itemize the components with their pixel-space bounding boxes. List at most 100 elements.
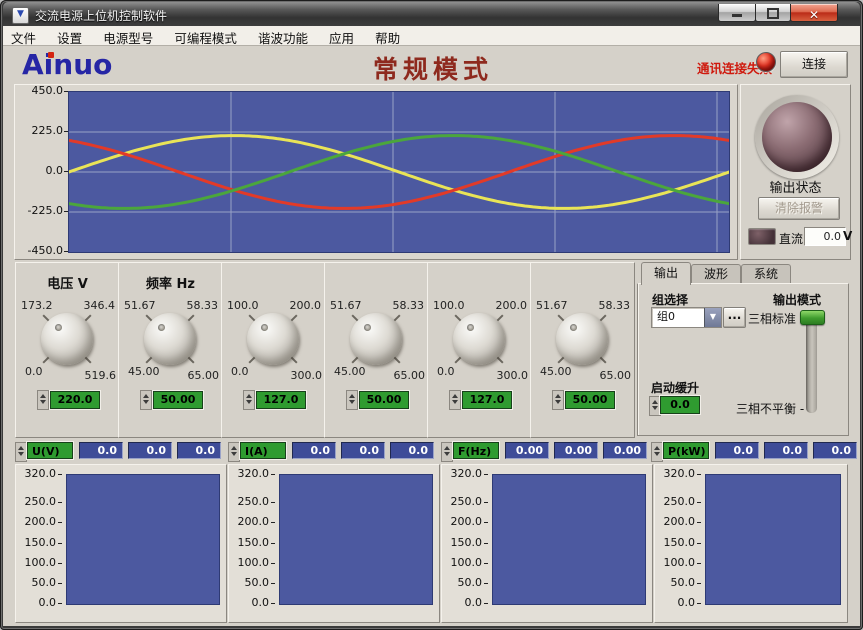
menu-programmable-mode[interactable]: 可编程模式	[166, 26, 245, 47]
value-spinner[interactable]	[243, 390, 255, 410]
y-tick-label: 250.0	[18, 495, 62, 508]
control-knob[interactable]	[41, 313, 93, 365]
scale-label: 45.00	[334, 365, 366, 378]
knob-panel-3: 100.0200.00.0300.0127.0	[221, 262, 326, 438]
tab-waveform[interactable]: 波形	[691, 264, 741, 285]
scale-label: 58.33	[187, 299, 219, 312]
tab-output[interactable]: 输出	[641, 262, 691, 285]
knob-pointer	[261, 324, 268, 331]
current-measurement-group: I(A)0.00.00.0	[228, 441, 438, 462]
y-tick-label: 225.0	[17, 124, 63, 137]
menu-application[interactable]: 应用	[321, 26, 362, 47]
measurement-value: 0.0	[813, 442, 857, 459]
title-bar[interactable]: ▼ 交流电源上位机控制软件 ✕	[3, 2, 860, 26]
control-knob[interactable]	[350, 313, 402, 365]
control-knob[interactable]	[556, 313, 608, 365]
knob-value-display[interactable]: 50.00	[153, 391, 203, 409]
y-axis: 320.0250.0200.0150.0100.050.00.0	[655, 465, 703, 622]
knob-value-display[interactable]: 220.0	[50, 391, 100, 409]
phase-bar-chart	[705, 474, 841, 605]
scale-label: 45.00	[128, 365, 160, 378]
measurement-spinner[interactable]	[651, 442, 663, 462]
right-tab-control: 输出 波形 系统 组选择 组0 ▼ ... 输出模式 三相标准 - 三相不平衡 …	[637, 262, 849, 436]
control-knob[interactable]	[247, 313, 299, 365]
menu-settings[interactable]: 设置	[49, 26, 90, 47]
logo-red-dot	[48, 52, 54, 58]
brand-logo: Ainuo	[22, 48, 112, 81]
y-tick-label: 250.0	[657, 495, 701, 508]
knob-value-display[interactable]: 127.0	[256, 391, 306, 409]
value-spinner[interactable]	[37, 390, 49, 410]
dc-unit-label: V	[843, 229, 852, 243]
group-browse-button[interactable]: ...	[723, 307, 746, 328]
measurement-value: 0.0	[715, 442, 759, 459]
knob-pointer	[158, 324, 165, 331]
y-tick-label: 100.0	[444, 556, 488, 569]
menu-file[interactable]: 文件	[3, 26, 44, 47]
knob-title: 频率 Hz	[119, 273, 222, 292]
output-mode-slider-thumb[interactable]	[800, 310, 825, 325]
control-knob[interactable]	[453, 313, 505, 365]
measurement-value: 0.00	[603, 442, 647, 459]
scale-label: 100.0	[433, 299, 465, 312]
knob-value-display[interactable]: 127.0	[462, 391, 512, 409]
group-select-dropdown[interactable]: 组0 ▼	[651, 307, 722, 328]
y-axis: 320.0250.0200.0150.0100.050.00.0	[229, 465, 277, 622]
knob-tick	[84, 356, 91, 363]
scale-label: 51.67	[536, 299, 568, 312]
dropdown-arrow-icon[interactable]: ▼	[704, 308, 721, 327]
measurement-value: 0.0	[390, 442, 434, 459]
scale-label: 58.33	[393, 299, 425, 312]
close-button[interactable]: ✕	[790, 4, 838, 22]
measurement-spinner[interactable]	[441, 442, 453, 462]
tab-system[interactable]: 系统	[741, 264, 791, 285]
phase-chart-panel-1: 320.0250.0200.0150.0100.050.00.0	[15, 464, 227, 623]
value-spinner[interactable]	[552, 390, 564, 410]
measurement-spinner[interactable]	[15, 442, 27, 462]
measurement-value: 0.00	[554, 442, 598, 459]
y-tick-label: 0.0	[657, 596, 701, 609]
scale-label: 51.67	[124, 299, 156, 312]
knob-panel-5: 100.0200.00.0300.0127.0	[427, 262, 532, 438]
value-spinner[interactable]	[140, 390, 152, 410]
measurement-label: F(Hz)	[453, 442, 499, 459]
phase-bar-chart	[66, 474, 220, 605]
measurement-label: U(V)	[27, 442, 73, 459]
dc-value-display: 0.0	[804, 227, 846, 246]
menu-power-model[interactable]: 电源型号	[95, 26, 161, 47]
y-tick-label: 150.0	[657, 536, 701, 549]
knob-value-display[interactable]: 50.00	[565, 391, 615, 409]
menu-help[interactable]: 帮助	[367, 26, 408, 47]
measurement-value: 0.0	[128, 442, 172, 459]
measurement-spinner[interactable]	[228, 442, 240, 462]
ramp-up-value[interactable]: 0.0	[660, 396, 700, 414]
scale-label: 519.6	[85, 369, 117, 382]
knob-tick	[290, 356, 297, 363]
application-window: ▼ 交流电源上位机控制软件 ✕ 文件 设置 电源型号 可编程模式 谐波功能 应用…	[0, 0, 863, 630]
phase-chart-panel-2: 320.0250.0200.0150.0100.050.00.0	[228, 464, 440, 623]
clear-alarm-button[interactable]: 清除报警	[758, 197, 840, 220]
phase-chart-panel-4: 320.0250.0200.0150.0100.050.00.0	[654, 464, 848, 623]
frequency-measurement-group: F(Hz)0.000.000.00	[441, 441, 651, 462]
output-status-sphere-button[interactable]	[762, 102, 832, 172]
y-tick-label: 100.0	[18, 556, 62, 569]
value-spinner[interactable]	[449, 390, 461, 410]
scale-label: 200.0	[496, 299, 528, 312]
group-select-label: 组选择	[652, 291, 688, 308]
scale-label: 51.67	[330, 299, 362, 312]
y-axis: 320.0250.0200.0150.0100.050.00.0	[442, 465, 490, 622]
control-knob[interactable]	[144, 313, 196, 365]
minimize-button[interactable]	[718, 4, 756, 22]
scale-label: 300.0	[497, 369, 529, 382]
tab-output-body: 组选择 组0 ▼ ... 输出模式 三相标准 - 三相不平衡 - 启动缓升 0.…	[637, 283, 849, 436]
maximize-button[interactable]	[755, 4, 791, 22]
connect-button[interactable]: 连接	[780, 51, 848, 78]
knob-value-display[interactable]: 50.00	[359, 391, 409, 409]
y-axis: 320.0250.0200.0150.0100.050.00.0	[16, 465, 64, 622]
menu-harmonic-function[interactable]: 谐波功能	[250, 26, 316, 47]
y-tick-label: 50.0	[657, 576, 701, 589]
knob-panel-6: 51.6758.3345.0065.0050.00	[530, 262, 635, 438]
close-icon: ✕	[809, 8, 819, 22]
measurement-value: 0.0	[292, 442, 336, 459]
value-spinner[interactable]	[346, 390, 358, 410]
